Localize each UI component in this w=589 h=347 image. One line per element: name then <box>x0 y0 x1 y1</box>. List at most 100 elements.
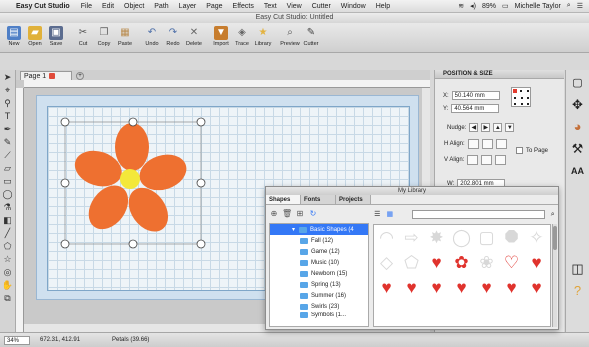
color-palette-icon[interactable]: ◕ <box>569 118 587 136</box>
align-right-button[interactable] <box>495 139 507 149</box>
resize-handle-right[interactable] <box>196 178 206 188</box>
list-view-icon[interactable]: ☰ <box>373 210 382 219</box>
heart-small-shape[interactable]: ♥ <box>524 250 549 275</box>
menu-page[interactable]: Page <box>201 3 227 10</box>
open-button[interactable]: ▰ Open <box>25 23 45 47</box>
star-tool-icon[interactable]: ☆ <box>2 253 14 265</box>
search-icon[interactable]: ⌕ <box>549 210 558 219</box>
menu-edit[interactable]: Edit <box>97 3 119 10</box>
rotate-handle-bottom-left[interactable] <box>60 239 70 249</box>
reference-point-grid[interactable] <box>511 87 531 107</box>
tab-shapes[interactable]: Shapes <box>266 195 301 204</box>
arch-shape[interactable]: ◠ <box>374 225 399 250</box>
nudge-left-button[interactable]: ◀ <box>469 123 479 132</box>
menu-help[interactable]: Help <box>371 3 395 10</box>
heart-outline-shape[interactable]: ♡ <box>499 250 524 275</box>
star-shape[interactable]: ✧ <box>524 225 549 250</box>
tree-item-partial[interactable]: Symbols (1... <box>270 312 368 318</box>
undo-button[interactable]: ↶ Undo <box>142 23 162 47</box>
text-tool-icon[interactable]: T <box>2 110 14 122</box>
battery-percent[interactable]: 89% <box>482 3 496 10</box>
align-center-button[interactable] <box>481 139 493 149</box>
bow-shape[interactable]: ✿ <box>449 250 474 275</box>
y-field[interactable]: 40.564 mm <box>451 104 500 113</box>
circle-shape[interactable]: ◯ <box>449 225 474 250</box>
eyedropper-tool-icon[interactable]: ⚗ <box>2 201 14 213</box>
zoom-select[interactable]: 34% <box>4 335 30 345</box>
copy-button[interactable]: ❐ Copy <box>94 23 114 47</box>
tree-item-fall[interactable]: Fall (12) <box>270 235 368 246</box>
zoom-icon[interactable]: ⚲ <box>2 97 14 109</box>
burst-shape[interactable]: ✸ <box>424 225 449 250</box>
battery-icon[interactable]: ▭ <box>502 2 509 10</box>
select-arrow-icon[interactable]: ➤ <box>2 71 14 83</box>
octagon-shape[interactable]: ⯃ <box>499 225 524 250</box>
rotate-handle-top-right[interactable] <box>196 117 206 127</box>
menu-path[interactable]: Path <box>149 3 173 10</box>
node-edit-icon[interactable]: ⌖ <box>2 84 14 96</box>
add-tab-icon[interactable]: + <box>76 72 84 80</box>
arrow-shape[interactable]: ⇨ <box>399 225 424 250</box>
library-button[interactable]: ★ Library <box>253 23 273 47</box>
tree-item-music[interactable]: Music (10) <box>270 257 368 268</box>
menu-cutter[interactable]: Cutter <box>307 3 336 10</box>
flower-center[interactable] <box>120 169 140 189</box>
resize-handle-left[interactable] <box>60 178 70 188</box>
page-setup-icon[interactable]: ▢ <box>569 74 587 92</box>
tab-page-1[interactable]: Page 1 <box>20 71 72 80</box>
search-icon[interactable]: ⌕ <box>567 2 571 10</box>
paste-button[interactable]: ▦ Paste <box>115 23 135 47</box>
new-button[interactable]: ▤ New <box>4 23 24 47</box>
preview-button[interactable]: ⌕ Preview <box>280 23 300 47</box>
volume-icon[interactable]: ◂) <box>470 2 476 10</box>
trace-button[interactable]: ◈ Trace <box>232 23 252 47</box>
heart-shape-8[interactable]: ♥ <box>524 275 549 300</box>
menu-effects[interactable]: Effects <box>228 3 259 10</box>
menu-object[interactable]: Object <box>119 3 149 10</box>
resize-handle-bottom[interactable] <box>128 239 138 249</box>
text-properties-icon[interactable]: AA <box>569 162 587 180</box>
tab-fonts[interactable]: Fonts <box>301 195 336 204</box>
cutter-button[interactable]: ✎ Cutter <box>301 23 321 47</box>
add-folder-icon[interactable]: ⊕ <box>269 209 279 219</box>
diamond-shape[interactable]: ◇ <box>374 250 399 275</box>
help-icon[interactable]: ? <box>569 282 587 300</box>
menu-app-name[interactable]: Easy Cut Studio <box>14 3 76 10</box>
trash-icon[interactable]: 🗑 <box>282 209 292 219</box>
tree-item-spring[interactable]: Spring (13) <box>270 279 368 290</box>
wrench-icon[interactable]: ⚒ <box>569 140 587 158</box>
tree-item-summer[interactable]: Summer (16) <box>270 290 368 301</box>
heart-shape-2[interactable]: ♥ <box>374 275 399 300</box>
fill-tool-icon[interactable]: ◧ <box>2 214 14 226</box>
tree-item-game[interactable]: Game (12) <box>270 246 368 257</box>
close-tab-icon[interactable] <box>49 73 56 79</box>
rotate-handle-top-left[interactable] <box>60 117 70 127</box>
heart-shape-3[interactable]: ♥ <box>399 275 424 300</box>
square-shape[interactable]: ▢ <box>474 225 499 250</box>
spiral-tool-icon[interactable]: ◎ <box>2 266 14 278</box>
tag-shape[interactable]: ⬠ <box>399 250 424 275</box>
tree-item-basic-shapes[interactable]: ▾ Basic Shapes (4 <box>270 224 368 235</box>
menu-list-icon[interactable]: ☰ <box>577 2 583 10</box>
heart-shape-6[interactable]: ♥ <box>474 275 499 300</box>
nudge-right-button[interactable]: ▶ <box>481 123 491 132</box>
eraser-tool-icon[interactable]: ▱ <box>2 162 14 174</box>
pen-tool-icon[interactable]: ✒ <box>2 123 14 135</box>
hand-tool-icon[interactable]: ✋ <box>2 279 14 291</box>
menu-layer[interactable]: Layer <box>174 3 202 10</box>
wifi-icon[interactable]: ≋ <box>458 2 464 10</box>
grid-view-icon[interactable]: ▦ <box>386 210 395 219</box>
import-button[interactable]: ▼ Import <box>211 23 231 47</box>
rectangle-tool-icon[interactable]: ▭ <box>2 175 14 187</box>
heart-shape[interactable]: ♥ <box>424 250 449 275</box>
nudge-down-button[interactable]: ▼ <box>505 123 515 132</box>
tree-item-newborn[interactable]: Newborn (15) <box>270 268 368 279</box>
rotate-handle-bottom-right[interactable] <box>196 239 206 249</box>
library-search-input[interactable] <box>412 210 545 219</box>
x-field[interactable]: 50.140 mm <box>451 91 500 100</box>
user-name[interactable]: Michelle Taylor <box>515 3 561 10</box>
ellipse-tool-icon[interactable]: ◯ <box>2 188 14 200</box>
weld-tool-icon[interactable]: ⧉ <box>2 292 14 304</box>
menu-text[interactable]: Text <box>259 3 282 10</box>
align-bottom-button[interactable] <box>495 155 507 165</box>
